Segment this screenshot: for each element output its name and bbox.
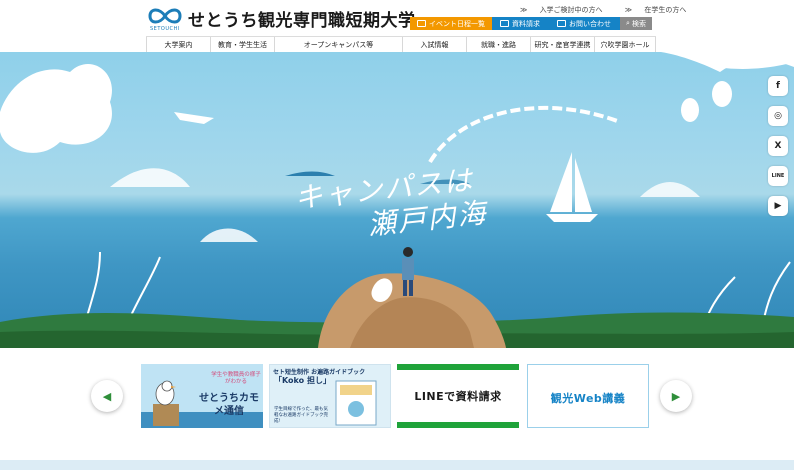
event-schedule-button[interactable]: イベント日程一覧 bbox=[410, 17, 492, 30]
instagram-button[interactable]: ◎ bbox=[768, 106, 788, 126]
instagram-icon: ◎ bbox=[774, 111, 782, 121]
banner-kamome-tsushin[interactable]: 学生や教職員の様子がわかる せとうちカモメ通信 bbox=[141, 364, 263, 428]
facebook-button[interactable]: f bbox=[768, 76, 788, 96]
search-button[interactable]: ⌕ 検索 bbox=[620, 17, 652, 30]
search-icon: ⌕ bbox=[626, 19, 630, 27]
banner-ohenro-guidebook[interactable]: セト短生制作 お遍路ガイドブック 「Koko 担し」 学生目線で作った、最も気軽… bbox=[269, 364, 391, 428]
nav-item-open-campus[interactable]: オープンキャンパス等 bbox=[274, 37, 402, 52]
line-icon: LINE bbox=[771, 173, 785, 179]
footer-band bbox=[0, 460, 794, 470]
nav-item-about[interactable]: 大学案内 bbox=[146, 37, 210, 52]
search-label: 検索 bbox=[631, 19, 646, 28]
banner-koko-note: 学生目線で作った、最も気軽なお遍路ガイドブック完成! bbox=[274, 407, 328, 424]
inquiry-button[interactable]: お問い合わせ bbox=[548, 17, 620, 30]
global-nav: 大学案内 教育・学生生活 オープンキャンパス等 入試情報 就職・進路 研究・産官… bbox=[146, 36, 656, 52]
facebook-icon: f bbox=[776, 81, 780, 91]
nav-item-education[interactable]: 教育・学生生活 bbox=[210, 37, 274, 52]
banner-koko-name: 「Koko 担し」 bbox=[274, 376, 331, 385]
x-icon: X bbox=[774, 141, 782, 151]
banner-line-text: LINEで資料請求 bbox=[414, 390, 502, 403]
double-chevron-icon: ≫ bbox=[624, 6, 635, 14]
chevron-left-icon: ◀ bbox=[102, 389, 112, 403]
nav-item-admissions[interactable]: 入試情報 bbox=[402, 37, 466, 52]
inquiry-label: お問い合わせ bbox=[569, 19, 611, 28]
nav-item-research[interactable]: 研究・産官学連携 bbox=[530, 37, 594, 52]
x-button[interactable]: X bbox=[768, 136, 788, 156]
infinity-logo-icon bbox=[148, 8, 182, 24]
banner-line-brochure[interactable]: LINEで資料請求 bbox=[397, 364, 519, 428]
banner-web-text: 観光Web講義 bbox=[550, 392, 626, 405]
page: SETOUCHI せとうち観光専門職短期大学 ≫ 入学ご検討中の方へ ≫ 在学生… bbox=[0, 0, 794, 470]
line-button[interactable]: LINE bbox=[768, 166, 788, 186]
mail-icon bbox=[557, 20, 566, 27]
link-current-students-label: 在学生の方へ bbox=[644, 6, 687, 14]
document-icon bbox=[500, 20, 509, 27]
link-prospective[interactable]: ≫ 入学ご検討中の方へ bbox=[520, 6, 613, 14]
hero-slider: キャンパスは 瀬戸内海 bbox=[0, 52, 794, 348]
brochure-request-label: 資料請求 bbox=[512, 19, 540, 28]
site-header: SETOUCHI せとうち観光専門職短期大学 ≫ 入学ご検討中の方へ ≫ 在学生… bbox=[0, 0, 794, 52]
chevron-right-icon: ▶ bbox=[671, 389, 681, 403]
banner-web-lecture[interactable]: 観光Web講義 bbox=[527, 364, 649, 428]
calendar-icon bbox=[417, 20, 426, 27]
school-name: せとうち観光専門職短期大学 bbox=[188, 11, 416, 31]
banner-kamome-title: せとうちカモメ通信 bbox=[199, 393, 259, 417]
logo-brand-text: SETOUCHI bbox=[150, 26, 180, 32]
youtube-button[interactable]: ▶ bbox=[768, 196, 788, 216]
brochure-request-button[interactable]: 資料請求 bbox=[492, 17, 548, 30]
banner-kamome-subtitle: 学生や教職員の様子がわかる bbox=[211, 372, 261, 385]
site-logo[interactable]: SETOUCHI せとうち観光専門職短期大学 bbox=[146, 4, 415, 32]
nav-item-careers[interactable]: 就職・進路 bbox=[466, 37, 530, 52]
carousel-prev-button[interactable]: ◀ bbox=[91, 380, 123, 412]
top-links: ≫ 入学ご検討中の方へ ≫ 在学生の方へ bbox=[520, 5, 686, 17]
link-current-students[interactable]: ≫ 在学生の方へ bbox=[625, 6, 697, 14]
youtube-icon: ▶ bbox=[774, 201, 782, 211]
nav-item-hall[interactable]: 穴吹学園ホール bbox=[594, 37, 656, 52]
link-prospective-label: 入学ご検討中の方へ bbox=[539, 6, 603, 14]
utility-bar: イベント日程一覧 資料請求 お問い合わせ ⌕ 検索 bbox=[410, 17, 652, 30]
social-links: f ◎ X LINE ▶ bbox=[768, 76, 788, 226]
carousel-next-button[interactable]: ▶ bbox=[660, 380, 692, 412]
event-schedule-label: イベント日程一覧 bbox=[429, 19, 485, 28]
double-chevron-icon: ≫ bbox=[520, 6, 530, 14]
